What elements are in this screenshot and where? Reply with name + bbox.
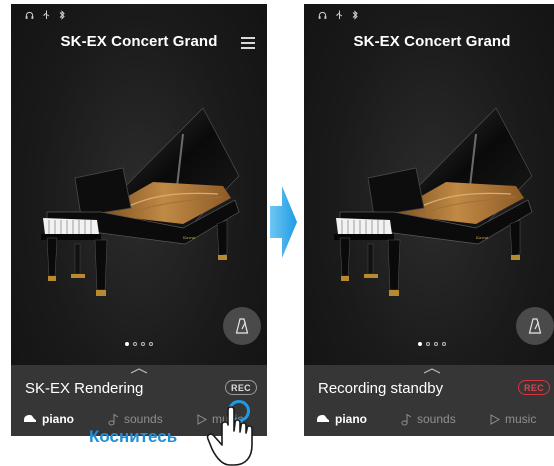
tab-piano[interactable]: piano (316, 412, 367, 426)
usb-icon (336, 10, 343, 19)
tab-piano-label: piano (335, 412, 367, 426)
status-text: Recording standby (318, 380, 444, 397)
page-dot (418, 342, 422, 346)
tab-sounds-label: sounds (124, 412, 163, 426)
tab-music[interactable]: music (490, 412, 536, 426)
status-bar (25, 9, 65, 21)
piano-icon (317, 414, 329, 424)
grand-piano-image (326, 94, 538, 304)
tab-sounds[interactable]: sounds (108, 412, 163, 426)
bluetooth-icon (352, 10, 358, 20)
status-bar (318, 9, 358, 21)
left-screen: SK-EX Concert Grand SK-EX Rendering REC … (11, 4, 267, 436)
page-dot (434, 342, 438, 346)
status-text: SK-EX Rendering (25, 380, 144, 397)
chevron-up-icon[interactable] (130, 368, 148, 374)
metronome-icon (528, 318, 542, 334)
page-indicator (304, 342, 554, 346)
metronome-button[interactable] (516, 307, 554, 345)
metronome-button[interactable] (223, 307, 261, 345)
page-dot (149, 342, 153, 346)
page-dot (442, 342, 446, 346)
tab-piano[interactable]: piano (23, 412, 74, 426)
menu-icon[interactable] (241, 37, 255, 49)
page-dot (133, 342, 137, 346)
hand-pointer-icon (206, 406, 253, 466)
page-title: SK-EX Concert Grand (60, 33, 218, 50)
tab-sounds-label: sounds (417, 412, 456, 426)
usb-icon (43, 10, 50, 19)
tab-sounds[interactable]: sounds (401, 412, 456, 426)
bottom-panel: Recording standby REC piano sounds music (304, 365, 554, 436)
rec-button[interactable]: REC (225, 380, 257, 395)
tab-piano-label: piano (42, 412, 74, 426)
headphones-icon (318, 11, 327, 19)
piano-icon (24, 414, 36, 424)
page-dot (426, 342, 430, 346)
tab-music-label: music (505, 412, 537, 426)
metronome-icon (235, 318, 249, 334)
touch-instruction: Коснитесь (89, 427, 178, 446)
play-icon (490, 413, 500, 425)
page-dot (125, 342, 129, 346)
note-icon (108, 413, 119, 425)
right-screen: SK-EX Concert Grand Recording standby RE… (304, 4, 554, 436)
headphones-icon (25, 11, 34, 19)
page-title: SK-EX Concert Grand (353, 33, 511, 50)
bluetooth-icon (59, 10, 65, 20)
arrow-right-icon (270, 186, 297, 258)
note-icon (401, 413, 412, 425)
chevron-up-icon[interactable] (423, 368, 441, 374)
page-indicator (11, 342, 267, 346)
page-dot (141, 342, 145, 346)
grand-piano-image (33, 94, 245, 304)
bottom-nav: piano sounds music (304, 412, 554, 430)
rec-button[interactable]: REC (518, 380, 550, 395)
